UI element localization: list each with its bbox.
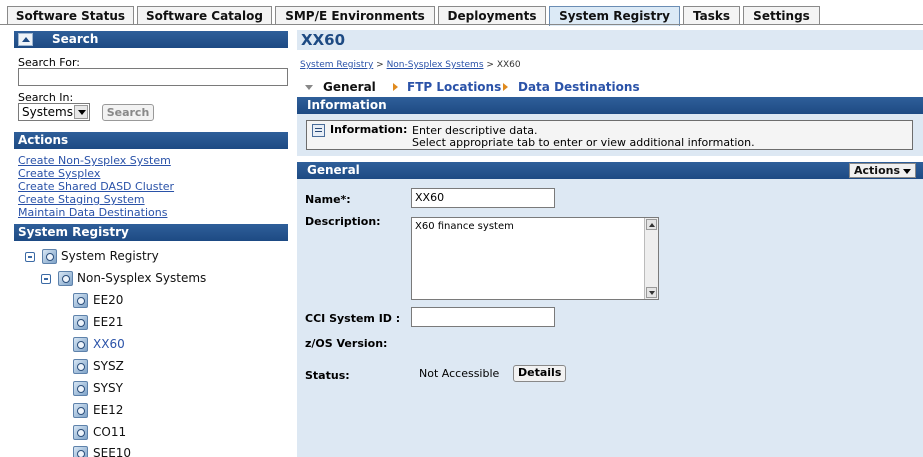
system-icon xyxy=(73,337,88,352)
actions-dropdown-button[interactable]: Actions xyxy=(849,163,916,178)
search-input[interactable] xyxy=(18,68,288,86)
system-icon xyxy=(73,359,88,374)
tree-label: EE21 xyxy=(93,315,124,329)
main-tab-bar: Software Status Software Catalog SMP/E E… xyxy=(0,0,923,26)
status-label: Status: xyxy=(305,369,350,382)
description-textarea[interactable]: X60 finance system xyxy=(411,217,659,300)
search-in-select[interactable]: Systems xyxy=(18,103,90,121)
tab-deployments[interactable]: Deployments xyxy=(438,6,546,25)
create-non-sysplex-system-link[interactable]: Create Non-Sysplex System xyxy=(18,154,171,167)
breadcrumb-separator: > xyxy=(486,60,494,70)
breadcrumb: System Registry > Non-Sysplex Systems > … xyxy=(300,60,521,70)
create-shared-dasd-cluster-link[interactable]: Create Shared DASD Cluster xyxy=(18,180,174,193)
system-icon xyxy=(73,446,88,457)
description-label: Description: xyxy=(305,215,381,228)
scroll-up-icon[interactable] xyxy=(646,219,657,230)
tree-label: SYSZ xyxy=(93,359,124,373)
chevron-down-icon[interactable] xyxy=(74,105,88,119)
zos-version-label: z/OS Version: xyxy=(305,337,388,350)
system-icon xyxy=(73,315,88,330)
cci-system-id-field[interactable] xyxy=(411,307,555,327)
tab-software-catalog[interactable]: Software Catalog xyxy=(137,6,272,25)
tab-tasks[interactable]: Tasks xyxy=(683,6,740,25)
general-section-title: General xyxy=(307,163,360,177)
search-panel-title: Search xyxy=(52,32,99,46)
collapse-node-icon[interactable] xyxy=(41,274,51,284)
left-sidebar: Search Search For: Search In: Systems Se… xyxy=(14,31,288,457)
tab-settings[interactable]: Settings xyxy=(743,6,820,25)
scroll-down-icon[interactable] xyxy=(646,287,657,298)
system-registry-panel-title: System Registry xyxy=(18,225,129,239)
tree-label: SEE10 xyxy=(93,446,132,457)
status-value: Not Accessible xyxy=(419,367,500,380)
tab-software-status[interactable]: Software Status xyxy=(7,6,134,25)
maintain-data-destinations-link[interactable]: Maintain Data Destinations xyxy=(18,206,167,219)
information-message-box: Information: Enter descriptive data. Sel… xyxy=(306,120,913,150)
name-field[interactable]: XX60 xyxy=(411,188,555,208)
create-sysplex-link[interactable]: Create Sysplex xyxy=(18,167,100,180)
actions-panel-title: Actions xyxy=(18,133,69,147)
information-section-header: Information xyxy=(297,97,923,114)
information-line-2: Select appropriate tab to enter or view … xyxy=(412,136,755,149)
subtab-general[interactable]: General xyxy=(323,80,376,94)
details-button[interactable]: Details xyxy=(513,365,567,382)
chevron-down-icon xyxy=(903,168,911,174)
actions-button-label: Actions xyxy=(854,164,900,177)
system-icon xyxy=(73,425,88,440)
actions-panel-header: Actions xyxy=(14,132,288,149)
system-icon xyxy=(73,293,88,308)
tree-label: EE20 xyxy=(93,293,124,307)
breadcrumb-link-system-registry[interactable]: System Registry xyxy=(300,60,373,70)
name-label: Name*: xyxy=(305,193,351,206)
subtab-ftp-locations[interactable]: FTP Locations xyxy=(407,80,501,94)
cci-system-id-label: CCI System ID : xyxy=(305,312,401,325)
tree-label: SYSY xyxy=(93,381,123,395)
tree-label: Non-Sysplex Systems xyxy=(77,271,207,285)
triangle-down-icon xyxy=(305,85,313,90)
tree-label: System Registry xyxy=(61,249,159,263)
system-icon xyxy=(73,403,88,418)
tab-system-registry[interactable]: System Registry xyxy=(549,6,680,26)
breadcrumb-current: XX60 xyxy=(496,60,521,70)
search-button[interactable]: Search xyxy=(102,104,154,121)
information-icon xyxy=(312,124,325,137)
subtab-data-destinations[interactable]: Data Destinations xyxy=(518,80,640,94)
system-icon xyxy=(73,381,88,396)
page-title: XX60 xyxy=(297,30,923,50)
general-section-header: General Actions xyxy=(297,162,923,179)
registry-icon xyxy=(42,249,57,264)
separator-arrow-icon xyxy=(393,83,398,91)
tab-smpe-environments[interactable]: SMP/E Environments xyxy=(275,6,435,25)
information-section: Information: Enter descriptive data. Sel… xyxy=(297,114,923,156)
main-content: XX60 System Registry > Non-Sysplex Syste… xyxy=(297,30,923,457)
collapse-node-icon[interactable] xyxy=(25,252,35,262)
collapse-icon[interactable] xyxy=(18,33,33,46)
tab-bar-baseline xyxy=(0,24,923,25)
search-panel-header: Search xyxy=(14,31,288,48)
search-in-value: Systems xyxy=(22,105,73,119)
tree-label: XX60 xyxy=(93,337,125,351)
information-label: Information: xyxy=(330,123,408,136)
tree-label: EE12 xyxy=(93,403,124,417)
create-staging-system-link[interactable]: Create Staging System xyxy=(18,193,145,206)
description-text: X60 finance system xyxy=(415,221,514,232)
general-form: Name*: XX60 Description: X60 finance sys… xyxy=(297,179,923,457)
system-registry-panel-header: System Registry xyxy=(14,224,288,241)
breadcrumb-separator: > xyxy=(376,60,384,70)
tree-label: CO11 xyxy=(93,425,127,439)
breadcrumb-link-non-sysplex-systems[interactable]: Non-Sysplex Systems xyxy=(387,60,484,70)
system-group-icon xyxy=(58,271,73,286)
separator-arrow-icon xyxy=(503,83,508,91)
description-scrollbar[interactable] xyxy=(644,218,658,299)
